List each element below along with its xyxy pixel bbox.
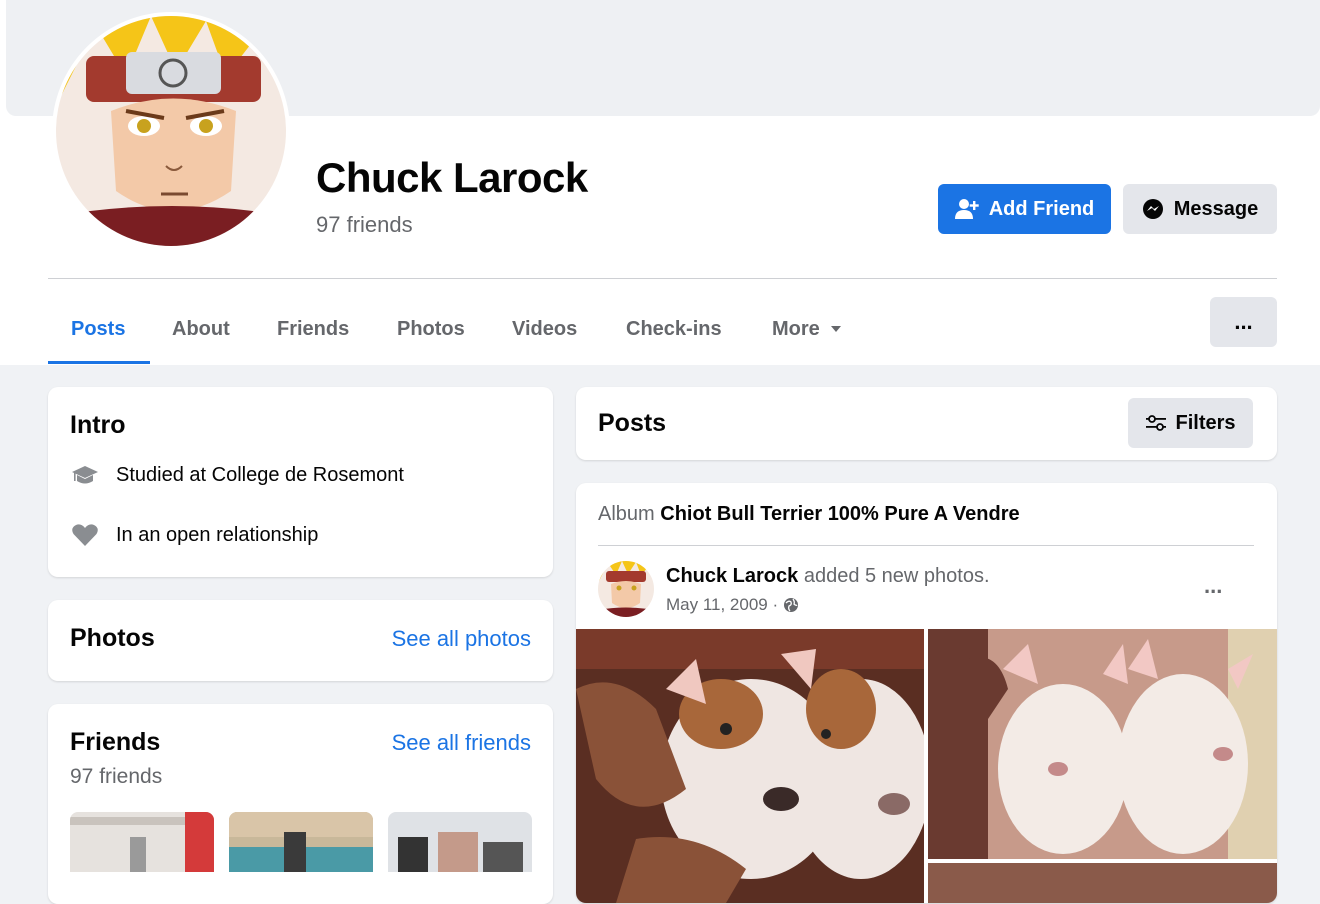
album-prefix: Album [598,503,655,525]
post-action-text: added 5 new photos. [803,565,990,587]
intro-card: Intro Studied at College de Rosemont In … [48,387,553,577]
tab-videos-label: Videos [512,317,578,340]
post-photo[interactable] [928,629,1277,859]
tab-more[interactable]: More [772,296,842,362]
tab-photos[interactable]: Photos [397,296,465,362]
post-author-avatar[interactable] [598,561,654,617]
album-name-link[interactable]: Chiot Bull Terrier 100% Pure A Vendre [660,503,1019,525]
friend-thumbnail[interactable] [388,812,532,872]
add-friend-icon [954,199,979,219]
filters-icon [1146,415,1167,431]
tab-posts-label: Posts [71,317,126,340]
puppies-photo-2 [928,629,1277,859]
tab-videos[interactable]: Videos [512,296,577,362]
add-friend-button[interactable]: Add Friend [938,184,1111,234]
see-all-friends-link[interactable]: See all friends [392,730,531,756]
avatar-illustration [56,16,286,246]
tab-photos-label: Photos [397,317,465,340]
friend-thumbnail-image [388,812,532,872]
tab-posts[interactable]: Posts [71,296,125,362]
heart-icon [72,524,98,546]
tab-friends-label: Friends [277,317,350,340]
friends-card-count: 97 friends [70,765,163,788]
see-all-photos-link[interactable]: See all photos [392,626,531,652]
profile-header: Chuck Larock 97 friends Add Friend Messa… [0,0,1320,365]
profile-avatar[interactable] [52,12,290,250]
album-line: Album Chiot Bull Terrier 100% Pure A Ven… [598,503,1020,526]
profile-friends-count[interactable]: 97 friends [316,212,413,238]
tab-check-ins-label: Check-ins [626,317,722,340]
message-label: Message [1173,197,1259,220]
post-photo[interactable] [576,629,924,903]
post-divider [598,545,1254,546]
intro-title: Intro [70,411,126,439]
intro-item-relationship: In an open relationship [70,523,318,547]
caret-down-icon [830,326,841,332]
active-tab-indicator [48,361,150,364]
add-friend-label: Add Friend [988,197,1095,220]
filters-button[interactable]: Filters [1128,398,1253,448]
post-meta: May 11, 2009 · [666,595,799,615]
friend-thumbnail-image [229,812,373,872]
puppies-photo-1 [576,629,924,903]
photos-title: Photos [70,624,155,652]
tab-check-ins[interactable]: Check-ins [626,296,722,362]
tab-more-label: More [772,317,820,340]
filters-label: Filters [1175,411,1236,434]
profile-name: Chuck Larock [316,154,588,201]
friend-thumbnail-image [70,812,214,872]
puppies-photo-3 [928,863,1277,903]
friend-thumbnail[interactable] [229,812,373,872]
globe-icon [784,598,799,612]
profile-more-options-button[interactable]: ... [1210,297,1277,347]
graduation-cap-icon [72,466,98,484]
post-options-button[interactable]: ... [1204,573,1222,599]
messenger-icon [1142,199,1163,219]
intro-education-text: Studied at College de Rosemont [116,463,404,486]
tab-friends[interactable]: Friends [277,296,349,362]
friends-card: Friends See all friends 97 friends [48,704,553,904]
post-card: Album Chiot Bull Terrier 100% Pure A Ven… [576,483,1277,903]
tab-about[interactable]: About [172,296,230,362]
photos-card: Photos See all photos [48,600,553,681]
posts-header-card: Posts Filters [576,387,1277,460]
message-button[interactable]: Message [1123,184,1277,234]
post-photo[interactable] [928,863,1277,903]
post-author-avatar-image [598,561,654,617]
friend-thumbnail[interactable] [70,812,214,872]
posts-title: Posts [598,409,667,437]
header-divider [48,278,1277,279]
intro-relationship-text: In an open relationship [116,523,319,546]
post-date[interactable]: May 11, 2009 · [666,595,778,615]
post-author-name[interactable]: Chuck Larock [666,565,798,587]
intro-item-education: Studied at College de Rosemont [70,463,404,487]
friends-title: Friends [70,728,161,756]
tab-about-label: About [172,317,230,340]
post-author-line: Chuck Larock added 5 new photos. [666,565,990,588]
